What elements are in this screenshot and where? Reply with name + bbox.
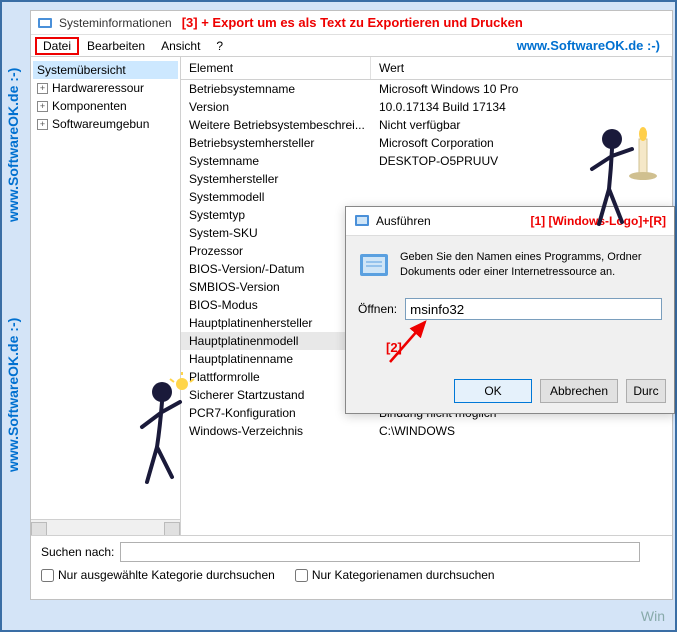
watermark-text: www.SoftwareOK.de :-) — [5, 318, 21, 472]
link-softwareok[interactable]: www.SoftwareOK.de :-) — [517, 38, 660, 53]
ok-button[interactable]: OK — [454, 379, 532, 403]
col-value[interactable]: Wert — [371, 57, 672, 79]
search-input[interactable] — [120, 542, 640, 562]
checkbox-category-names[interactable]: Nur Kategorienamen durchsuchen — [295, 568, 495, 582]
menu-help[interactable]: ? — [208, 37, 231, 55]
watermark-text: www.SoftwareOK.de :-) — [5, 68, 21, 222]
table-header[interactable]: Element Wert — [181, 57, 672, 80]
tree-item[interactable]: +Softwareumgebun — [33, 115, 178, 133]
tree-item[interactable]: +Komponenten — [33, 97, 178, 115]
run-input[interactable] — [405, 298, 662, 320]
run-icon — [358, 250, 390, 282]
tree-scrollbar[interactable] — [31, 519, 180, 535]
table-row[interactable]: Systemhersteller — [181, 170, 672, 188]
menu-edit[interactable]: Bearbeiten — [79, 37, 153, 55]
run-titlebar[interactable]: Ausführen [1] [Windows-Logo]+[R] — [346, 207, 674, 236]
expand-icon[interactable]: + — [37, 119, 48, 130]
cancel-button[interactable]: Abbrechen — [540, 379, 618, 403]
menubar: Datei Bearbeiten Ansicht ? www.SoftwareO… — [31, 35, 672, 57]
col-element[interactable]: Element — [181, 57, 371, 79]
table-row[interactable]: Windows-VerzeichnisC:\WINDOWS — [181, 422, 672, 440]
annotation-1: [1] [Windows-Logo]+[R] — [530, 214, 666, 228]
checkbox-selected-category[interactable]: Nur ausgewählte Kategorie durchsuchen — [41, 568, 275, 582]
table-row[interactable]: Weitere Betriebsystembeschrei...Nicht ve… — [181, 116, 672, 134]
menu-file[interactable]: Datei — [35, 37, 79, 55]
table-row[interactable]: Systemmodell — [181, 188, 672, 206]
run-title-text: Ausführen — [376, 214, 431, 228]
run-dialog[interactable]: Ausführen [1] [Windows-Logo]+[R] Geben S… — [345, 206, 675, 414]
app-icon — [37, 15, 53, 31]
window-title: Systeminformationen — [59, 16, 172, 30]
expand-icon[interactable]: + — [37, 101, 48, 112]
expand-icon[interactable]: + — [37, 83, 48, 94]
tree-root[interactable]: Systemübersicht — [33, 61, 178, 79]
search-label: Suchen nach: — [41, 545, 114, 559]
annotation-3: [3] + Export um es als Text zu Exportier… — [182, 15, 523, 30]
annotation-2: [2] — [386, 340, 662, 355]
run-description: Geben Sie den Namen eines Programms, Ord… — [400, 250, 662, 282]
search-panel: Suchen nach: Nur ausgewählte Kategorie d… — [31, 535, 672, 588]
table-row[interactable]: BetriebsystemherstellerMicrosoft Corpora… — [181, 134, 672, 152]
titlebar[interactable]: Systeminformationen [3] + Export um es a… — [31, 11, 672, 35]
bottom-watermark: Win — [641, 608, 665, 624]
table-row[interactable]: SystemnameDESKTOP-O5PRUUV — [181, 152, 672, 170]
browse-button[interactable]: Durc — [626, 379, 666, 403]
tree-item[interactable]: +Hardwareressour — [33, 79, 178, 97]
table-row[interactable]: BetriebsystemnameMicrosoft Windows 10 Pr… — [181, 80, 672, 98]
run-icon-small — [354, 213, 370, 229]
menu-view[interactable]: Ansicht — [153, 37, 208, 55]
table-row[interactable]: Version10.0.17134 Build 17134 — [181, 98, 672, 116]
run-open-label: Öffnen: — [358, 302, 397, 316]
category-tree[interactable]: Systemübersicht +Hardwareressour+Kompone… — [31, 57, 181, 535]
